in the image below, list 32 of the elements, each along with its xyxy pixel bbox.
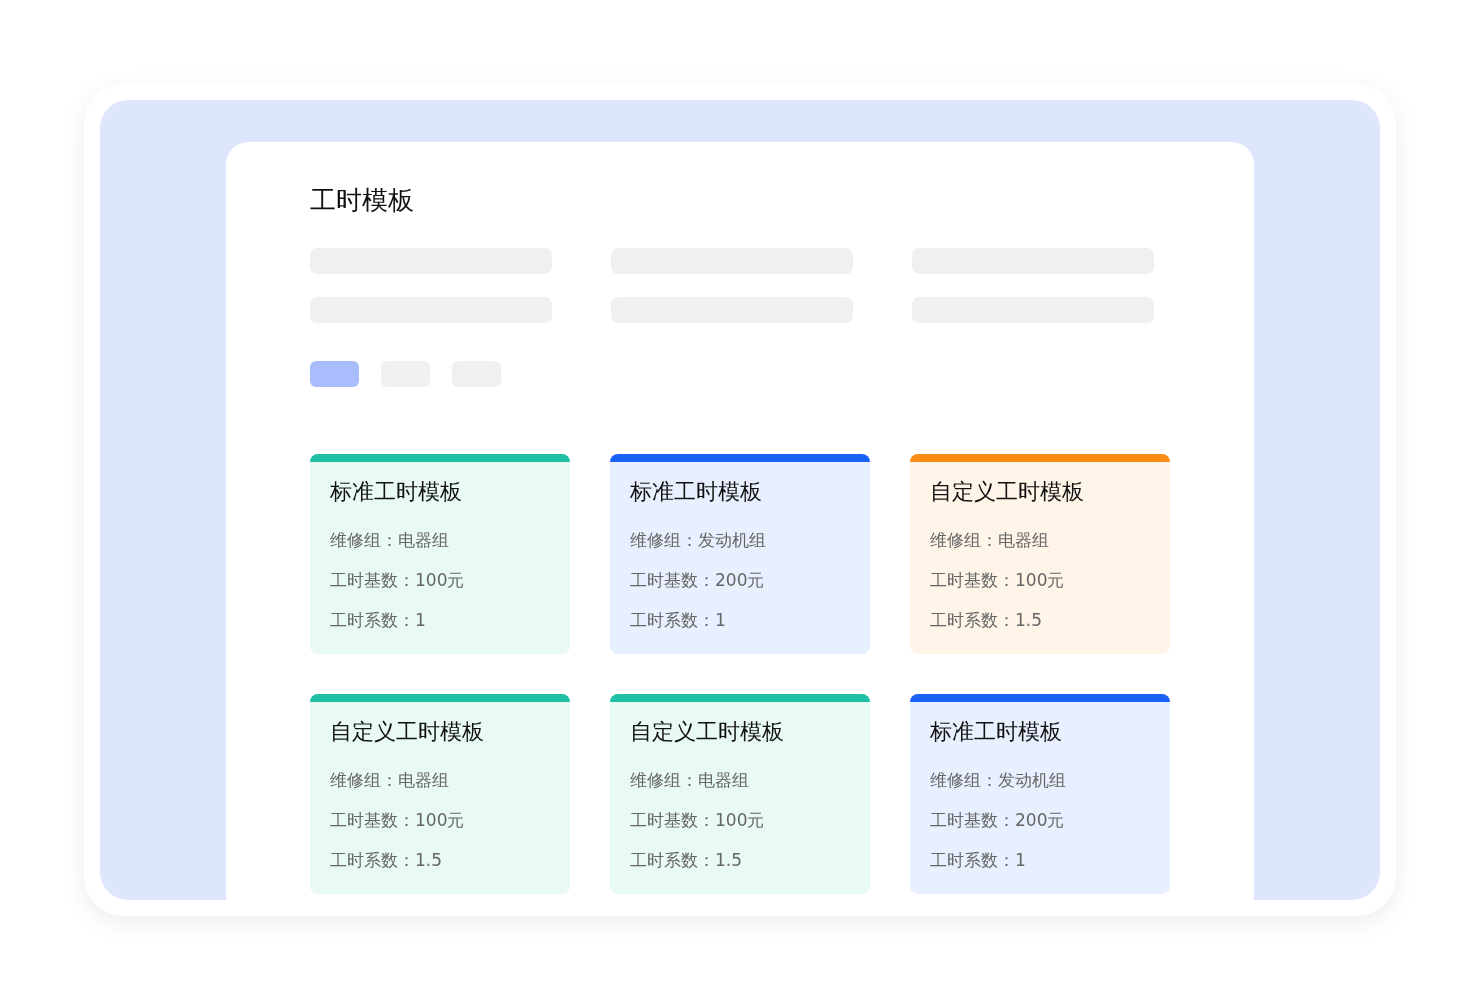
card-detail: 工时系数：1 xyxy=(930,849,1027,872)
page-title: 工时模板 xyxy=(310,184,415,217)
template-card[interactable]: 自定义工时模板 维修组：电器组 工时基数：100元 工时系数：1.5 xyxy=(610,694,870,894)
card-title: 标准工时模板 xyxy=(630,478,763,506)
card-detail: 维修组：电器组 xyxy=(930,529,1050,552)
card-detail: 工时基数：200元 xyxy=(630,569,766,592)
card-title: 自定义工时模板 xyxy=(630,718,785,746)
filter-chip[interactable] xyxy=(310,361,359,387)
template-card[interactable]: 标准工时模板 维修组：发动机组 工时基数：200元 工时系数：1 xyxy=(910,694,1170,894)
card-detail: 工时系数：1 xyxy=(330,609,427,632)
card-detail: 工时系数：1.5 xyxy=(330,849,444,872)
card-detail: 维修组：电器组 xyxy=(330,769,450,792)
card-detail: 工时基数：100元 xyxy=(330,809,466,832)
card-title: 自定义工时模板 xyxy=(330,718,485,746)
card-detail: 工时系数：1.5 xyxy=(630,849,744,872)
card-detail: 维修组：发动机组 xyxy=(930,769,1067,792)
card-title: 自定义工时模板 xyxy=(930,478,1085,506)
card-detail: 维修组：电器组 xyxy=(630,769,750,792)
card-detail: 维修组：发动机组 xyxy=(630,529,767,552)
card-detail: 工时系数：1.5 xyxy=(930,609,1044,632)
card-detail: 工时基数：100元 xyxy=(930,569,1066,592)
card-detail: 工时基数：100元 xyxy=(330,569,466,592)
card-detail: 工时基数：100元 xyxy=(630,809,766,832)
card-title: 标准工时模板 xyxy=(930,718,1063,746)
card-title: 标准工时模板 xyxy=(330,478,463,506)
template-card[interactable]: 自定义工时模板 维修组：电器组 工时基数：100元 工时系数：1.5 xyxy=(910,454,1170,654)
card-detail: 工时系数：1 xyxy=(630,609,727,632)
template-card[interactable]: 自定义工时模板 维修组：电器组 工时基数：100元 工时系数：1.5 xyxy=(310,694,570,894)
card-detail: 维修组：电器组 xyxy=(330,529,450,552)
template-card[interactable]: 标准工时模板 维修组：电器组 工时基数：100元 工时系数：1 xyxy=(310,454,570,654)
card-detail: 工时基数：200元 xyxy=(930,809,1066,832)
template-card[interactable]: 标准工时模板 维修组：发动机组 工时基数：200元 工时系数：1 xyxy=(610,454,870,654)
